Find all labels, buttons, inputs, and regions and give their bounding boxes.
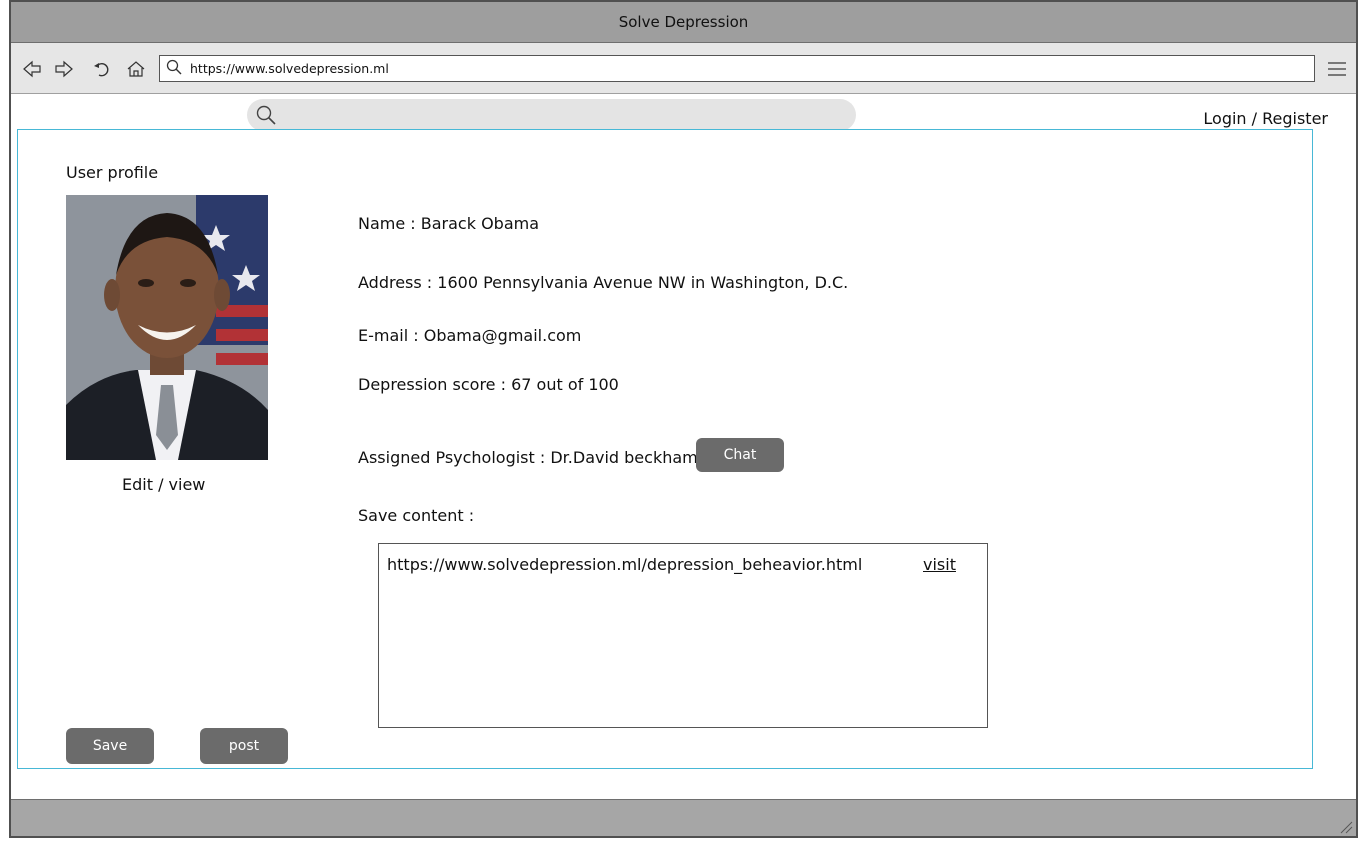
saved-content-list: https://www.solvedepression.ml/depressio… [378, 543, 988, 728]
address-field: Address : 1600 Pennsylvania Avenue NW in… [358, 273, 849, 292]
saved-url: https://www.solvedepression.ml/depressio… [387, 555, 863, 574]
back-icon[interactable] [21, 58, 43, 80]
name-field: Name : Barack Obama [358, 214, 540, 233]
search-icon [255, 104, 277, 130]
psychologist-field: Assigned Psychologist : Dr.David beckham [358, 448, 698, 467]
section-title: User profile [66, 163, 159, 182]
status-bar [11, 799, 1356, 836]
login-register-link[interactable]: Login / Register [1203, 109, 1328, 128]
url-text: https://www.solvedepression.ml [190, 61, 389, 76]
profile-panel: User profile Edit / view Name: Barack O… [17, 129, 1313, 769]
edit-view-link[interactable]: Edit / view [122, 475, 205, 494]
visit-link[interactable]: visit [923, 555, 956, 574]
save-content-label: Save content : [358, 506, 475, 525]
page-search-bar[interactable] [247, 99, 856, 131]
window-title: Solve Depression [618, 13, 749, 31]
depression-score-field: Depression score : 67 out of 100 [358, 375, 619, 394]
chat-button[interactable]: Chat [696, 438, 784, 472]
address-bar[interactable]: https://www.solvedepression.ml [159, 55, 1315, 82]
title-bar: Solve Depression [11, 2, 1356, 43]
resize-grip-icon[interactable] [1339, 819, 1353, 834]
email-field: E-mail : Obama@gmail.com [358, 326, 582, 345]
browser-toolbar: https://www.solvedepression.ml [11, 43, 1356, 94]
post-button[interactable]: post [200, 728, 288, 764]
home-icon[interactable] [125, 58, 147, 80]
save-button[interactable]: Save [66, 728, 154, 764]
menu-icon[interactable] [1326, 58, 1348, 80]
search-icon [166, 59, 182, 79]
forward-icon[interactable] [53, 58, 75, 80]
profile-photo [66, 195, 268, 460]
reload-icon[interactable] [91, 58, 113, 80]
browser-window: Solve Depression https://www.solvedepres… [9, 0, 1358, 838]
